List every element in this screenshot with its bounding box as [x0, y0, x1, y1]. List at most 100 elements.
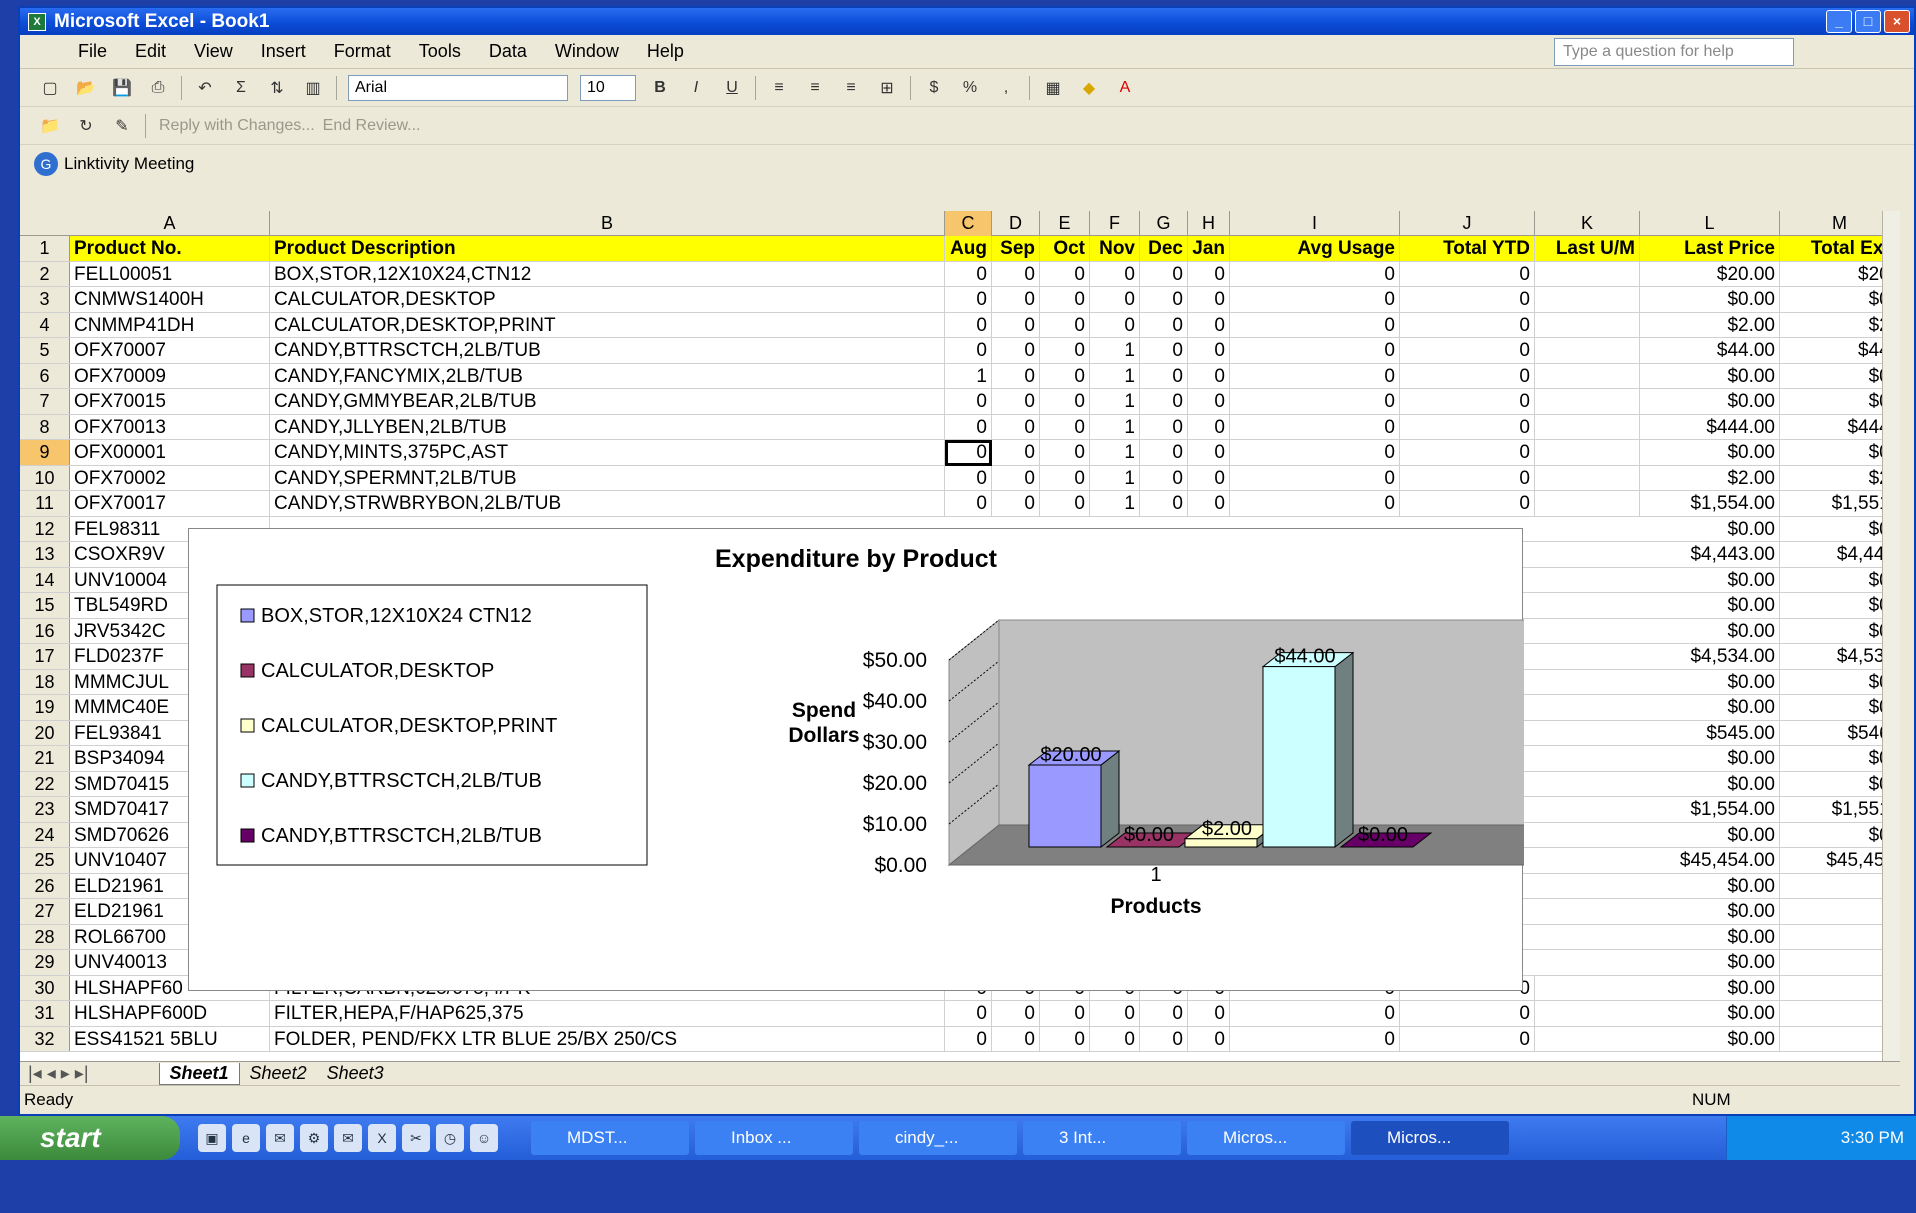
bold-button[interactable]: B: [646, 75, 674, 101]
row-header[interactable]: 32: [20, 1026, 70, 1051]
cell-h[interactable]: 0: [1188, 389, 1230, 414]
column-header-b[interactable]: B: [270, 211, 945, 236]
column-header-l[interactable]: L: [1640, 211, 1780, 236]
column-header-f[interactable]: F: [1090, 211, 1140, 236]
font-name-select[interactable]: Arial: [348, 74, 568, 101]
cell-h[interactable]: Jan: [1188, 236, 1230, 261]
column-header-j[interactable]: J: [1400, 211, 1535, 236]
cell-g[interactable]: 0: [1140, 491, 1188, 516]
cell-i[interactable]: 0: [1230, 338, 1400, 363]
cell-b[interactable]: FOLDER, PEND/FKX LTR BLUE 25/BX 250/CS: [270, 1026, 945, 1051]
cell-l[interactable]: $2.00: [1640, 465, 1780, 490]
cell-l[interactable]: $444.00: [1640, 414, 1780, 439]
cell-d[interactable]: 0: [992, 491, 1040, 516]
cell-d[interactable]: 0: [992, 389, 1040, 414]
task-cindy[interactable]: cindy_...: [859, 1121, 1017, 1155]
cell-l[interactable]: $0.00: [1640, 924, 1780, 949]
cell-j[interactable]: 0: [1400, 389, 1535, 414]
desktop-icon[interactable]: ▣: [198, 1124, 226, 1152]
tab-sheet2[interactable]: Sheet2: [240, 1063, 317, 1084]
cell-l[interactable]: $2.00: [1640, 312, 1780, 337]
row-header[interactable]: 14: [20, 567, 70, 592]
cell-l[interactable]: $0.00: [1640, 287, 1780, 312]
cell-g[interactable]: 0: [1140, 1001, 1188, 1026]
cell-c[interactable]: 0: [945, 414, 992, 439]
row-header[interactable]: 17: [20, 644, 70, 669]
cell-a[interactable]: OFX70013: [70, 414, 270, 439]
menu-edit[interactable]: Edit: [121, 41, 180, 62]
linktivity-meeting-button[interactable]: Linktivity Meeting: [64, 154, 194, 174]
embedded-chart[interactable]: Expenditure by Product BOX,STOR,12X10X24 …: [188, 528, 1611, 991]
cell-i[interactable]: 0: [1230, 1001, 1400, 1026]
cell-f[interactable]: 1: [1090, 465, 1140, 490]
cell-h[interactable]: 0: [1188, 414, 1230, 439]
row-header[interactable]: 28: [20, 924, 70, 949]
row-header[interactable]: 6: [20, 363, 70, 388]
cell-l[interactable]: $0.00: [1640, 618, 1780, 643]
cell-h[interactable]: 0: [1188, 312, 1230, 337]
cell-k[interactable]: [1535, 389, 1640, 414]
open-icon[interactable]: 📂: [72, 75, 100, 101]
menu-window[interactable]: Window: [541, 41, 633, 62]
row-header[interactable]: 31: [20, 1001, 70, 1026]
cell-k[interactable]: [1535, 465, 1640, 490]
mail-icon[interactable]: ✉: [334, 1124, 362, 1152]
cell-c[interactable]: 0: [945, 312, 992, 337]
menu-insert[interactable]: Insert: [247, 41, 320, 62]
cell-k[interactable]: Last U/M: [1535, 236, 1640, 261]
cell-l[interactable]: $0.00: [1640, 695, 1780, 720]
cell-c[interactable]: Aug: [945, 236, 992, 261]
cell-d[interactable]: Sep: [992, 236, 1040, 261]
cell-f[interactable]: 1: [1090, 389, 1140, 414]
cell-i[interactable]: 0: [1230, 414, 1400, 439]
task-mdst[interactable]: MDST...: [531, 1121, 689, 1155]
cell-a[interactable]: OFX70015: [70, 389, 270, 414]
cell-i[interactable]: 0: [1230, 440, 1400, 465]
cell-l[interactable]: $4,443.00: [1640, 542, 1780, 567]
cell-e[interactable]: 0: [1040, 1026, 1090, 1051]
row-header[interactable]: 18: [20, 669, 70, 694]
menu-view[interactable]: View: [180, 41, 247, 62]
row-header[interactable]: 8: [20, 414, 70, 439]
cell-h[interactable]: 0: [1188, 1026, 1230, 1051]
cell-j[interactable]: 0: [1400, 363, 1535, 388]
task-micros-1[interactable]: Micros...: [1187, 1121, 1345, 1155]
column-header-c[interactable]: C: [945, 211, 992, 236]
cell-b[interactable]: CANDY,BTTRSCTCH,2LB/TUB: [270, 338, 945, 363]
cell-c[interactable]: 0: [945, 287, 992, 312]
cell-g[interactable]: 0: [1140, 261, 1188, 286]
cell-b[interactable]: Product Description: [270, 236, 945, 261]
cell-j[interactable]: 0: [1400, 465, 1535, 490]
cell-g[interactable]: 0: [1140, 363, 1188, 388]
row-header[interactable]: 7: [20, 389, 70, 414]
cell-l[interactable]: $0.00: [1640, 363, 1780, 388]
cell-h[interactable]: 0: [1188, 287, 1230, 312]
borders-icon[interactable]: ▦: [1039, 75, 1067, 101]
cell-c[interactable]: 1: [945, 363, 992, 388]
close-button[interactable]: ×: [1884, 10, 1910, 33]
cell-g[interactable]: 0: [1140, 389, 1188, 414]
excel-icon[interactable]: X: [368, 1124, 396, 1152]
cell-a[interactable]: OFX70002: [70, 465, 270, 490]
task-inbox[interactable]: Inbox ...: [695, 1121, 853, 1155]
menu-tools[interactable]: Tools: [405, 41, 475, 62]
cell-h[interactable]: 0: [1188, 261, 1230, 286]
row-header[interactable]: 16: [20, 618, 70, 643]
task-micros-2[interactable]: Micros...: [1351, 1121, 1509, 1155]
cell-b[interactable]: CANDY,JLLYBEN,2LB/TUB: [270, 414, 945, 439]
cell-d[interactable]: 0: [992, 312, 1040, 337]
column-header-g[interactable]: G: [1140, 211, 1188, 236]
column-header-h[interactable]: H: [1188, 211, 1230, 236]
cell-l[interactable]: $1,554.00: [1640, 797, 1780, 822]
cell-j[interactable]: 0: [1400, 1026, 1535, 1051]
chart-wizard-icon[interactable]: ▥: [299, 75, 327, 101]
cell-h[interactable]: 0: [1188, 491, 1230, 516]
cell-g[interactable]: 0: [1140, 465, 1188, 490]
cell-f[interactable]: Nov: [1090, 236, 1140, 261]
cell-c[interactable]: 0: [945, 491, 992, 516]
cell-j[interactable]: Total YTD: [1400, 236, 1535, 261]
row-header[interactable]: 9: [20, 440, 70, 465]
cell-f[interactable]: 0: [1090, 312, 1140, 337]
end-review-button[interactable]: End Review...: [323, 117, 421, 135]
cell-l[interactable]: $0.00: [1640, 669, 1780, 694]
